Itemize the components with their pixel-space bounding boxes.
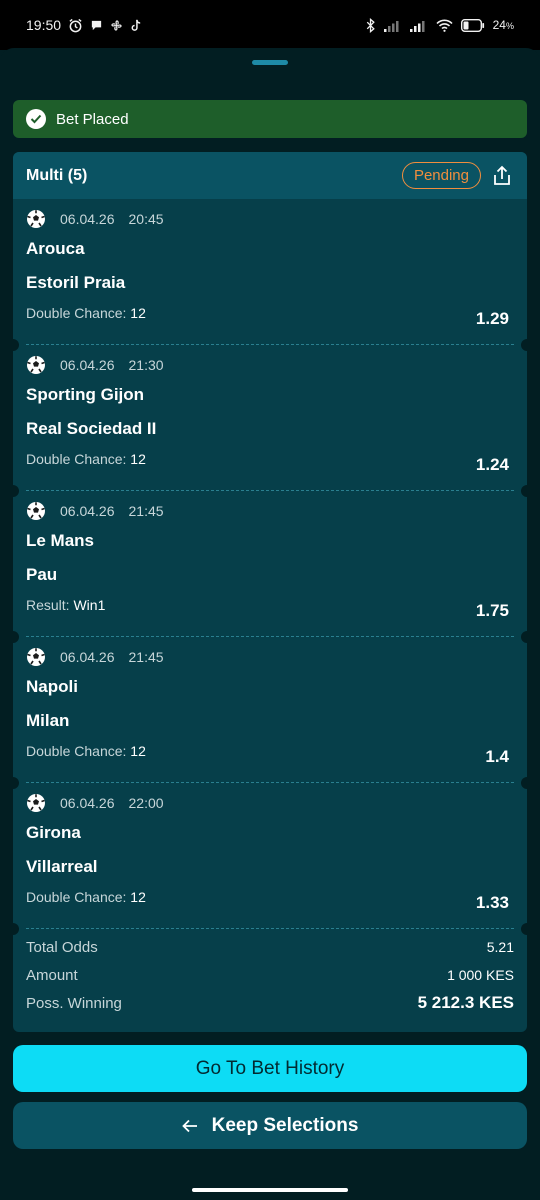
status-bar: 19:50 24%: [0, 0, 540, 50]
dashed-divider: [26, 928, 514, 929]
amount-row: Amount 1 000 KES: [26, 961, 514, 989]
selection-odd: 1.24: [475, 455, 509, 474]
away-team: Villarreal: [26, 857, 98, 876]
event-time: 21:45: [128, 503, 164, 519]
alarm-icon: [68, 18, 83, 33]
home-team: Girona: [26, 823, 81, 842]
total-odds-value: 5.21: [486, 939, 514, 955]
bet-summary: Total Odds 5.21 Amount 1 000 KES Poss. W…: [13, 933, 527, 1017]
home-indicator[interactable]: [192, 1188, 348, 1192]
away-team: Estoril Praia: [26, 273, 126, 292]
market-pick: 12: [130, 305, 146, 321]
battery-level: 24%: [492, 18, 514, 32]
market-pick: 12: [130, 889, 146, 905]
soccer-ball-icon: [26, 793, 46, 813]
soccer-ball-icon: [26, 501, 46, 521]
bluetooth-icon: [366, 17, 376, 33]
amount-value: 1 000 KES: [447, 967, 514, 983]
selection-item: 06.04.26 20:45 Arouca Estoril Praia Doub…: [13, 199, 527, 351]
selection-odd: 1.4: [485, 747, 509, 766]
selection-item: 06.04.26 21:45 Napoli Milan Double Chanc…: [13, 637, 527, 789]
market-name: Double Chance:: [26, 889, 127, 905]
chat-icon: [90, 19, 103, 32]
bet-type-title: Multi (5): [26, 166, 88, 184]
event-time: 20:45: [128, 211, 164, 227]
bet-placed-banner: Bet Placed: [13, 100, 527, 138]
arrow-left-icon: [181, 1119, 198, 1133]
bet-card: Multi (5) Pending 06.04.26 20:45 Arouca: [13, 152, 527, 1032]
check-icon: [26, 109, 46, 129]
away-team: Milan: [26, 711, 70, 730]
bet-placed-label: Bet Placed: [56, 110, 129, 128]
selections-list: 06.04.26 20:45 Arouca Estoril Praia Doub…: [13, 199, 527, 935]
market-line: Double Chance: 12: [26, 451, 146, 467]
total-odds-label: Total Odds: [26, 938, 98, 956]
event-date: 06.04.26: [60, 795, 115, 811]
go-to-bet-history-button[interactable]: Go To Bet History: [13, 1045, 527, 1092]
home-team: Le Mans: [26, 531, 95, 550]
possible-winning-value: 5 212.3 KES: [417, 993, 514, 1012]
home-team: Arouca: [26, 239, 85, 258]
signal-icon: [409, 19, 428, 32]
selection-item: 06.04.26 21:30 Sporting Gijon Real Socie…: [13, 345, 527, 497]
status-left: 19:50: [26, 17, 142, 33]
total-odds-row: Total Odds 5.21: [26, 933, 514, 961]
selection-odd: 1.29: [475, 309, 509, 328]
status-time: 19:50: [26, 17, 62, 33]
event-datetime: 06.04.26 21:45: [26, 647, 164, 667]
keep-selections-button[interactable]: Keep Selections: [13, 1102, 527, 1149]
market-name: Double Chance:: [26, 451, 127, 467]
event-datetime: 06.04.26 21:45: [26, 501, 164, 521]
event-date: 06.04.26: [60, 357, 115, 373]
battery-icon: [460, 18, 485, 32]
event-date: 06.04.26: [60, 211, 115, 227]
fan-icon: [110, 19, 123, 32]
amount-label: Amount: [26, 966, 78, 984]
selection-item: 06.04.26 22:00 Girona Villarreal Double …: [13, 783, 527, 935]
event-datetime: 06.04.26 20:45: [26, 209, 164, 229]
market-line: Double Chance: 12: [26, 305, 146, 321]
event-time: 22:00: [128, 795, 164, 811]
soccer-ball-icon: [26, 355, 46, 375]
home-team: Napoli: [26, 677, 78, 696]
selection-odd: 1.75: [475, 601, 509, 620]
event-time: 21:45: [128, 649, 164, 665]
away-team: Pau: [26, 565, 58, 584]
keep-selections-label: Keep Selections: [211, 1114, 359, 1136]
market-line: Result: Win1: [26, 597, 105, 613]
selection-odd: 1.33: [475, 893, 509, 912]
tiktok-icon: [130, 19, 142, 32]
wifi-icon: [436, 19, 453, 32]
selection-item: 06.04.26 21:45 Le Mans Pau Result: Win1 …: [13, 491, 527, 643]
bet-card-header-actions: Pending: [401, 162, 513, 189]
share-icon[interactable]: [491, 165, 513, 187]
market-name: Result:: [26, 597, 70, 613]
market-line: Double Chance: 12: [26, 889, 146, 905]
bet-receipt-sheet: Bet Placed Multi (5) Pending 06.04.26 20…: [0, 48, 540, 1200]
possible-winning-row: Poss. Winning 5 212.3 KES: [26, 989, 514, 1017]
market-pick: 12: [130, 743, 146, 759]
event-datetime: 06.04.26 21:30: [26, 355, 164, 375]
status-right: 24%: [366, 17, 514, 33]
possible-winning-label: Poss. Winning: [26, 994, 122, 1012]
home-team: Sporting Gijon: [26, 385, 145, 404]
away-team: Real Sociedad II: [26, 419, 157, 438]
event-date: 06.04.26: [60, 503, 115, 519]
status-badge: Pending: [401, 162, 481, 189]
signal-icon: [383, 19, 402, 32]
market-name: Double Chance:: [26, 743, 127, 759]
market-name: Double Chance:: [26, 305, 127, 321]
soccer-ball-icon: [26, 209, 46, 229]
event-date: 06.04.26: [60, 649, 115, 665]
soccer-ball-icon: [26, 647, 46, 667]
market-pick: 12: [130, 451, 146, 467]
event-time: 21:30: [128, 357, 164, 373]
market-pick: Win1: [73, 597, 106, 613]
market-line: Double Chance: 12: [26, 743, 146, 759]
event-datetime: 06.04.26 22:00: [26, 793, 164, 813]
bet-card-header: Multi (5) Pending: [13, 152, 527, 199]
drag-handle[interactable]: [252, 60, 288, 65]
